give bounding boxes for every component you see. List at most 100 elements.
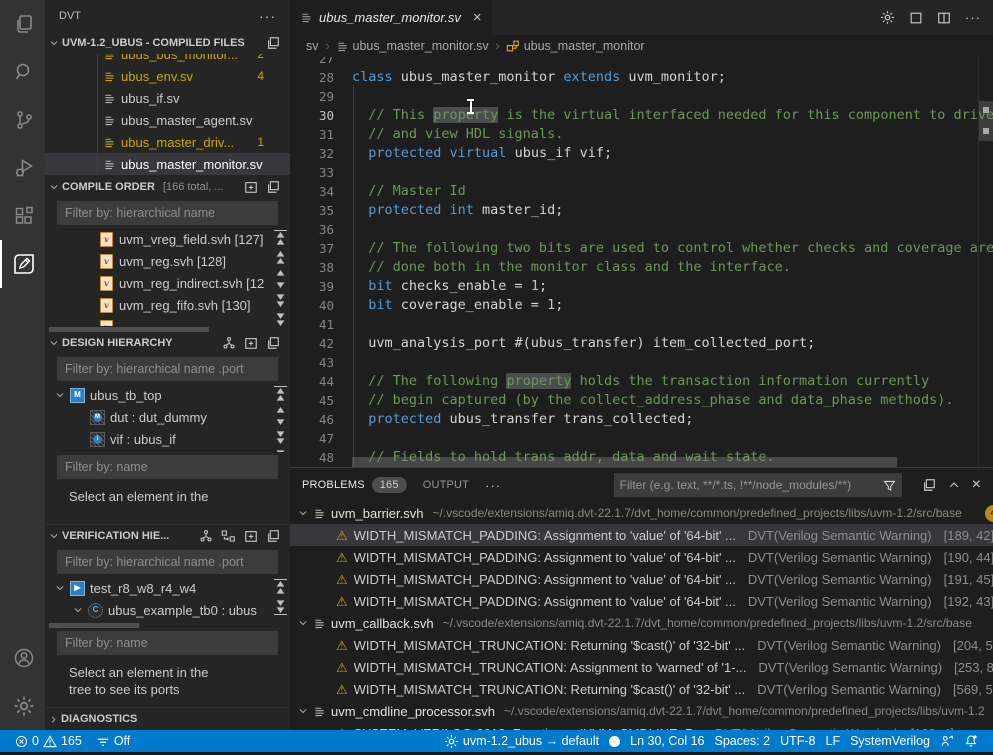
layout-icon[interactable] <box>909 11 923 25</box>
open-in-editor-icon[interactable] <box>922 478 936 492</box>
file-item[interactable]: ubus_bus_monitor...2 <box>45 54 290 65</box>
compile-order-filter-input[interactable] <box>57 201 278 225</box>
settings-gear-icon[interactable] <box>0 682 45 730</box>
code-line[interactable]: 32 protected virtual ubus_if vif; <box>290 144 993 163</box>
code-line[interactable]: 44 // The following property holds the t… <box>290 372 993 391</box>
problems-status[interactable]: 0 165 <box>10 730 87 752</box>
file-item[interactable]: v <box>45 316 290 326</box>
scroll-down-icon[interactable] <box>274 449 287 452</box>
code-line[interactable]: 35 protected int master_id; <box>290 201 993 220</box>
breadcrumb-item-class[interactable]: ubus_master_monitor <box>506 39 645 53</box>
code-line[interactable]: 43 <box>290 353 993 372</box>
scroll-up-icon[interactable] <box>274 579 287 595</box>
problem-row[interactable]: ⚠WIDTH_MISMATCH_PADDING: Assignment to '… <box>290 568 993 590</box>
breadcrumb-item-sv[interactable]: sv <box>306 39 319 53</box>
filter-icon[interactable] <box>877 479 902 492</box>
problem-group-row[interactable]: uvm_callback.svh~/.vscode/extensions/ami… <box>290 612 993 634</box>
close-icon[interactable]: × <box>473 9 482 26</box>
scroll-up-icon[interactable] <box>274 230 287 246</box>
problem-row[interactable]: ⚠WIDTH_MISMATCH_TRUNCATION: Returning '$… <box>290 678 993 700</box>
code-line[interactable]: 31 // and view HDL signals. <box>290 125 993 144</box>
tab-problems[interactable]: PROBLEMS 165 <box>302 477 407 493</box>
gear-icon[interactable] <box>880 10 895 25</box>
scroll-down-icon[interactable] <box>274 281 287 289</box>
hierarchy-icon[interactable] <box>199 529 213 543</box>
hierarchy-icon[interactable] <box>222 336 236 350</box>
scroll-up-icon[interactable] <box>274 250 287 265</box>
open-editors-icon[interactable] <box>266 36 280 50</box>
code-line[interactable]: 33 <box>290 163 993 182</box>
language-mode[interactable]: SystemVerilog <box>845 730 935 752</box>
problem-group-row[interactable]: uvm_cmdline_processor.svh~/.vscode/exten… <box>290 700 993 722</box>
scroll-up-icon[interactable] <box>274 406 287 414</box>
section-compiled-files-header[interactable]: UVM-1.2_UBUS - COMPILED FILES <box>45 32 290 54</box>
scroll-down-icon[interactable] <box>274 293 287 308</box>
horizontal-scrollbar[interactable] <box>49 327 249 332</box>
code-editor[interactable]: 2728class ubus_master_monitor extends uv… <box>290 57 993 467</box>
feedback[interactable] <box>935 730 959 752</box>
section-compile-order-header[interactable]: COMPILE ORDER [166 total, ... <box>45 176 290 198</box>
overview-ruler[interactable] <box>978 57 993 467</box>
section-verification-hierarchy-header[interactable]: VERIFICATION HIE... <box>45 524 290 547</box>
code-line[interactable]: 37 // The following two bits are used to… <box>290 239 993 258</box>
code-line[interactable]: 39 bit checks_enable = 1; <box>290 277 993 296</box>
tree-item[interactable]: ivif : ubus_if <box>45 428 290 450</box>
code-line[interactable]: 45 // begin captured (by the collect_add… <box>290 391 993 410</box>
tree-item[interactable]: Mdut : dut_dummy <box>45 406 290 428</box>
cursor-position[interactable]: Ln 30, Col 16 <box>625 730 709 752</box>
scroll-up-icon[interactable] <box>274 269 287 277</box>
verification-filter-input[interactable] <box>57 550 278 574</box>
file-item[interactable]: vuvm_vreg_field.svh [127] <box>45 228 290 250</box>
tree-item[interactable]: Mubus_tb_top <box>45 384 290 406</box>
notifications[interactable] <box>959 730 983 752</box>
design-name-filter-input[interactable] <box>57 455 278 479</box>
code-line[interactable]: 34 // Master Id <box>290 182 993 201</box>
search-icon[interactable] <box>0 48 45 96</box>
open-new-icon[interactable] <box>244 529 258 543</box>
breadcrumb-item-file[interactable]: ubus_master_monitor.sv <box>336 39 489 53</box>
sidebar-more-actions[interactable]: ··· <box>259 8 276 24</box>
relation-icon[interactable] <box>221 529 236 543</box>
scroll-down-icon[interactable] <box>274 430 287 445</box>
account-icon[interactable] <box>0 634 45 682</box>
code-line[interactable]: 29 <box>290 87 993 106</box>
scroll-down-icon[interactable] <box>274 418 287 426</box>
panel-more-tabs-icon[interactable]: ··· <box>485 478 501 493</box>
file-item[interactable]: vuvm_reg_fifo.svh [130] <box>45 294 290 316</box>
split-editor-icon[interactable] <box>937 11 951 25</box>
explorer-icon[interactable] <box>0 0 45 48</box>
horizontal-scrollbar[interactable] <box>49 623 169 628</box>
code-line[interactable]: 30 // This property is the virtual inter… <box>290 106 993 125</box>
code-line[interactable]: 38 // done both in the monitor class and… <box>290 258 993 277</box>
collapse-icon[interactable] <box>266 180 280 194</box>
dvt-icon[interactable] <box>0 240 45 288</box>
code-line[interactable]: 47 <box>290 429 993 448</box>
scroll-down-icon[interactable] <box>274 312 287 326</box>
code-line[interactable]: 41 <box>290 315 993 334</box>
problem-row[interactable]: ⚠WIDTH_MISMATCH_TRUNCATION: Assignment t… <box>290 656 993 678</box>
collapse-icon[interactable] <box>266 529 280 543</box>
dvt-mode-status[interactable]: Off <box>91 730 135 752</box>
file-item[interactable]: ubus_master_monitor.sv <box>45 153 290 175</box>
maximize-panel-icon[interactable] <box>948 479 960 491</box>
tree-item[interactable]: Cubus_example_tb0 : ubus <box>45 599 290 621</box>
open-new-icon[interactable] <box>244 336 258 350</box>
problem-row[interactable]: ⚠WIDTH_MISMATCH_PADDING: Assignment to '… <box>290 546 993 568</box>
problem-row[interactable]: ⚠WIDTH_MISMATCH_PADDING: Assignment to '… <box>290 590 993 612</box>
encoding[interactable]: UTF-8 <box>775 730 820 752</box>
problem-row[interactable]: ⚠SYSTEM_VERILOG-2012: Function ... 'UVM_… <box>290 722 993 730</box>
file-item[interactable]: vuvm_reg_indirect.svh [12 <box>45 272 290 294</box>
open-new-icon[interactable] <box>244 180 258 194</box>
scroll-up-icon[interactable] <box>274 386 287 402</box>
section-diagnostics-header[interactable]: DIAGNOSTICS <box>45 707 290 730</box>
tree-item[interactable]: ▶test_r8_w8_r4_w4 <box>45 577 290 599</box>
eol[interactable]: LF <box>821 730 846 752</box>
code-line[interactable]: 36 <box>290 220 993 239</box>
file-item[interactable]: vuvm_reg.svh [128] <box>45 250 290 272</box>
verification-name-filter-input[interactable] <box>57 631 278 655</box>
code-line[interactable]: 42 uvm_analysis_port #(ubus_transfer) it… <box>290 334 993 353</box>
extensions-icon[interactable] <box>0 192 45 240</box>
problem-row[interactable]: ⚠WIDTH_MISMATCH_PADDING: Assignment to '… <box>290 524 993 546</box>
tab-ubus-master-monitor[interactable]: ubus_master_monitor.sv × <box>290 0 492 35</box>
code-line[interactable]: 46 protected ubus_transfer trans_collect… <box>290 410 993 429</box>
